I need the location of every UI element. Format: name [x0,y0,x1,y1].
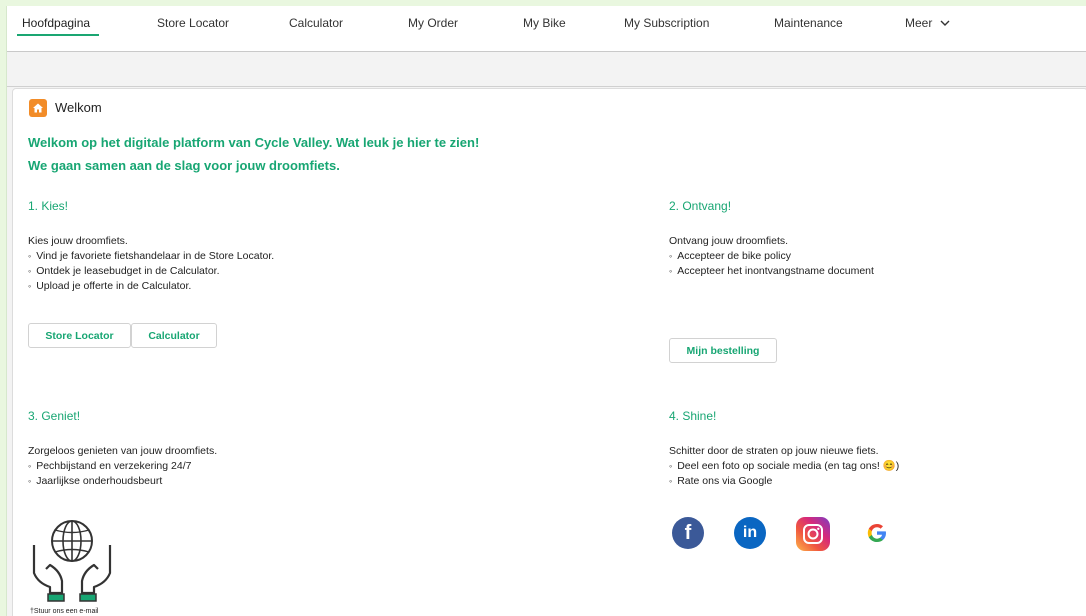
list-item: Accepteer de bike policy [669,249,874,264]
facebook-icon[interactable]: f [672,517,704,549]
calculator-button[interactable]: Calculator [131,323,217,348]
section-kies-body: Kies jouw droomfiets. Vind je favoriete … [28,234,274,294]
section-heading-ontvang: 2. Ontvang! [669,199,732,213]
section-geniet-intro: Zorgeloos genieten van jouw droomfiets. [28,445,218,457]
section-kies-intro: Kies jouw droomfiets. [28,235,128,247]
linkedin-icon[interactable]: in [734,517,766,549]
nav-item-my-bike[interactable]: My Bike [523,16,566,30]
sub-header-strip [7,53,1086,87]
list-item: Upload je offerte in de Calculator. [28,279,274,294]
instagram-icon[interactable] [796,517,830,551]
card-title: Welkom [55,100,102,115]
section-ontvang-intro: Ontvang jouw droomfiets. [669,235,789,247]
section-kies-list: Vind je favoriete fietshandelaar in de S… [28,249,274,294]
app-frame: Hoofdpagina Store Locator Calculator My … [6,6,1086,616]
top-nav: Hoofdpagina Store Locator Calculator My … [7,6,1086,52]
list-item: Deel een foto op sociale media (en tag o… [669,459,899,474]
welcome-card: Welkom Welkom op het digitale platform v… [12,88,1086,616]
nav-item-my-subscription[interactable]: My Subscription [624,16,709,30]
welcome-text-line2: We gaan samen aan de slag voor jouw droo… [28,158,340,173]
section-ontvang-body: Ontvang jouw droomfiets. Accepteer de bi… [669,234,874,279]
section-shine-intro: Schitter door de straten op jouw nieuwe … [669,445,879,457]
nav-item-meer-label: Meer [905,16,933,30]
list-item: Vind je favoriete fietshandelaar in de S… [28,249,274,264]
list-item: Rate ons via Google [669,474,899,489]
list-item: Jaarlijkse onderhoudsbeurt [28,474,217,489]
chevron-down-icon [940,20,950,26]
nav-item-calculator[interactable]: Calculator [289,16,343,30]
list-item: Ontdek je leasebudget in de Calculator. [28,264,274,279]
section-heading-kies: 1. Kies! [28,199,69,213]
google-icon[interactable] [861,517,893,549]
nav-item-hoofdpagina[interactable]: Hoofdpagina [22,16,90,30]
nav-item-my-order[interactable]: My Order [408,16,458,30]
section-heading-shine: 4. Shine! [669,409,717,423]
section-shine-list: Deel een foto op sociale media (en tag o… [669,459,899,489]
welcome-text-line1: Welkom op het digitale platform van Cycl… [28,135,480,150]
section-heading-geniet: 3. Geniet! [28,409,81,423]
nav-item-store-locator[interactable]: Store Locator [157,16,229,30]
section-shine-body: Schitter door de straten op jouw nieuwe … [669,444,899,489]
nav-item-maintenance[interactable]: Maintenance [774,16,843,30]
email-footnote[interactable]: †Stuur ons een e-mail [30,608,98,615]
nav-active-indicator [17,34,99,36]
list-item: Accepteer het inontvangstname document [669,264,874,279]
section-geniet-body: Zorgeloos genieten van jouw droomfiets. … [28,444,217,489]
list-item: Pechbijstand en verzekering 24/7 [28,459,217,474]
globe-in-hands-icon [32,520,112,602]
store-locator-button[interactable]: Store Locator [28,323,131,348]
nav-item-meer[interactable]: Meer [905,16,950,30]
home-icon [29,99,47,117]
section-geniet-list: Pechbijstand en verzekering 24/7 Jaarlij… [28,459,217,489]
section-ontvang-list: Accepteer de bike policy Accepteer het i… [669,249,874,279]
mijn-bestelling-button[interactable]: Mijn bestelling [669,338,777,363]
